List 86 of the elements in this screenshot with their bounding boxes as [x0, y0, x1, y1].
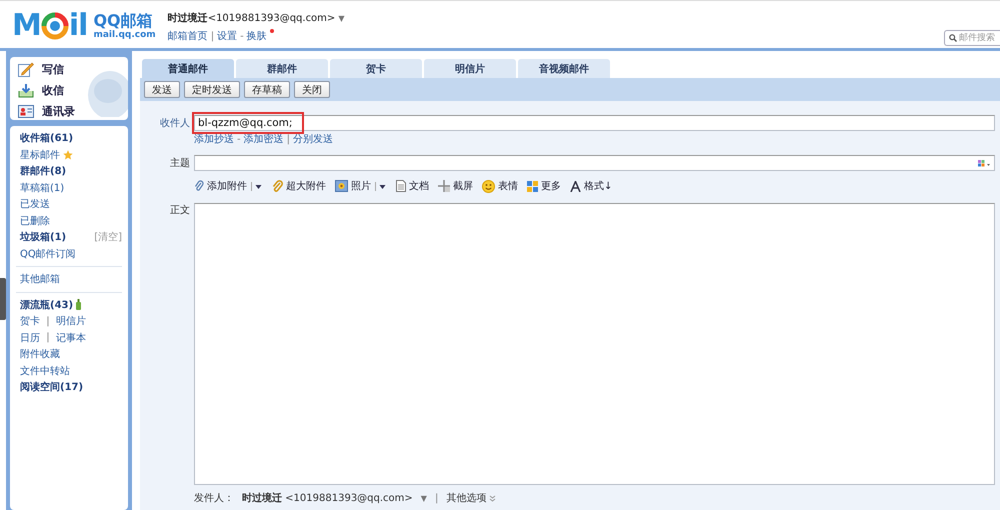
clip-tool[interactable]: 添加附件 — [194, 179, 263, 193]
caret-icon[interactable]: ▼ — [338, 14, 344, 22]
separator: - — [237, 134, 241, 144]
account-name: 时过境迁<1019881393@qq.com> — [168, 11, 336, 25]
folder-link[interactable]: 附件收藏 — [20, 347, 60, 362]
bigclip-tool[interactable]: 超大附件 — [272, 179, 326, 193]
photo-icon — [335, 180, 348, 192]
folder-link[interactable]: 收件箱(61) — [20, 131, 74, 146]
separator: | — [210, 30, 214, 42]
settings-link[interactable]: 设置 — [217, 29, 238, 43]
write-button[interactable]: 写信 — [18, 61, 128, 79]
separate-send-link[interactable]: 分别发送 — [292, 132, 333, 146]
mail-type-tab[interactable]: 音视频邮件 — [518, 59, 610, 78]
folder-link[interactable]: 贺卡 — [20, 314, 40, 328]
field-label: 收件人 — [159, 117, 191, 130]
paperclip-icon — [272, 180, 283, 192]
toolbar-button[interactable]: 发送 — [144, 81, 180, 98]
mail-type-tab[interactable]: 普通邮件 — [142, 59, 234, 78]
folder-link[interactable]: 已发送 — [20, 197, 50, 212]
other-options-link[interactable]: 其他选项 — [446, 491, 486, 505]
folder-link[interactable]: 日历 — [20, 330, 40, 345]
doc-tool[interactable]: 文档 — [396, 179, 429, 193]
field-label: 主题 — [169, 156, 191, 170]
screen-tool[interactable]: 截屏 — [438, 179, 473, 193]
crosshair-icon — [438, 180, 450, 192]
separator: | — [286, 134, 290, 144]
folder-link[interactable]: QQ邮件订阅 — [20, 246, 76, 261]
mail-type-tab[interactable]: 明信片 — [424, 59, 516, 78]
folder-link[interactable]: 群邮件(8) — [20, 164, 66, 178]
toolbar-button[interactable]: 定时发送 — [184, 81, 240, 98]
folder-link[interactable]: 明信片 — [56, 314, 86, 328]
paperclip-icon — [194, 180, 204, 192]
caret-icon[interactable]: ▼ — [420, 494, 427, 502]
dropdown-caret-icon[interactable] — [251, 182, 263, 190]
mail-type-tab[interactable]: 群邮件 — [236, 59, 328, 78]
separator: | — [434, 492, 438, 504]
bottle-icon — [76, 299, 82, 310]
sender-text: 时过境迁 <1019881393@qq.com> — [242, 491, 413, 505]
photo-tool[interactable]: 照片 — [335, 179, 387, 193]
bcc-link[interactable]: 添加密送 — [244, 132, 284, 146]
side-handle[interactable] — [0, 278, 6, 320]
pencil-note-icon — [18, 62, 34, 78]
grid-icon — [527, 180, 538, 192]
logo-text: il — [68, 11, 88, 41]
receive-button[interactable]: 收信 — [18, 82, 128, 100]
folder-link[interactable]: 其他邮箱 — [20, 272, 60, 286]
smiley-icon — [482, 180, 495, 192]
toolbar-button[interactable]: 关闭 — [294, 81, 330, 98]
cc-link[interactable]: 添加抄送 — [194, 132, 234, 146]
sender-label: 发件人： — [194, 492, 234, 505]
folder-link[interactable]: 文件中转站 — [20, 364, 70, 378]
logo-ring-icon — [40, 12, 69, 40]
logo-text: M — [12, 11, 41, 41]
product-name: QQ邮箱 — [93, 12, 154, 28]
field-label: 正文 — [169, 204, 191, 217]
home-link[interactable]: 邮箱首页 — [168, 29, 208, 43]
search-icon — [949, 34, 957, 42]
chevron-down-icon — [489, 494, 496, 502]
folder-link[interactable]: 记事本 — [56, 330, 86, 345]
folder-link[interactable]: 漂流瓶(43) — [20, 298, 74, 312]
toolbar-button[interactable]: 存草稿 — [244, 81, 290, 98]
document-icon — [396, 180, 406, 192]
body-field[interactable] — [194, 203, 995, 485]
folder-link[interactable]: 垃圾箱(1) — [20, 230, 66, 244]
separator: | — [45, 332, 51, 344]
subject-field[interactable] — [194, 155, 995, 171]
folder-link[interactable]: 草稿箱(1) — [20, 180, 64, 195]
letter-a-icon — [570, 180, 581, 192]
domain-text: mail.qq.com — [93, 30, 156, 40]
folder-link[interactable]: 已删除 — [20, 214, 50, 228]
folder-link[interactable]: 阅读空间(17) — [20, 380, 84, 394]
mail-type-tab[interactable]: 贺卡 — [330, 59, 422, 78]
contact-card-icon — [18, 104, 34, 118]
skin-link[interactable]: 换肤 — [246, 29, 267, 43]
format-tool[interactable]: 格式↓ — [570, 179, 612, 193]
inbox-download-icon — [18, 83, 34, 98]
recipient-field[interactable]: bl-qzzm@qq.com; — [194, 115, 995, 131]
more-tool[interactable]: 更多 — [527, 179, 561, 193]
smile-tool[interactable]: 表情 — [482, 179, 518, 193]
separator: | — [45, 316, 51, 327]
folder-link[interactable]: 星标邮件 — [20, 148, 60, 162]
contacts-button[interactable]: 通讯录 — [18, 102, 128, 120]
dropdown-caret-icon[interactable] — [375, 182, 387, 190]
separator: - — [240, 30, 244, 42]
stationery-icon[interactable] — [978, 160, 991, 166]
star-icon — [63, 150, 73, 160]
